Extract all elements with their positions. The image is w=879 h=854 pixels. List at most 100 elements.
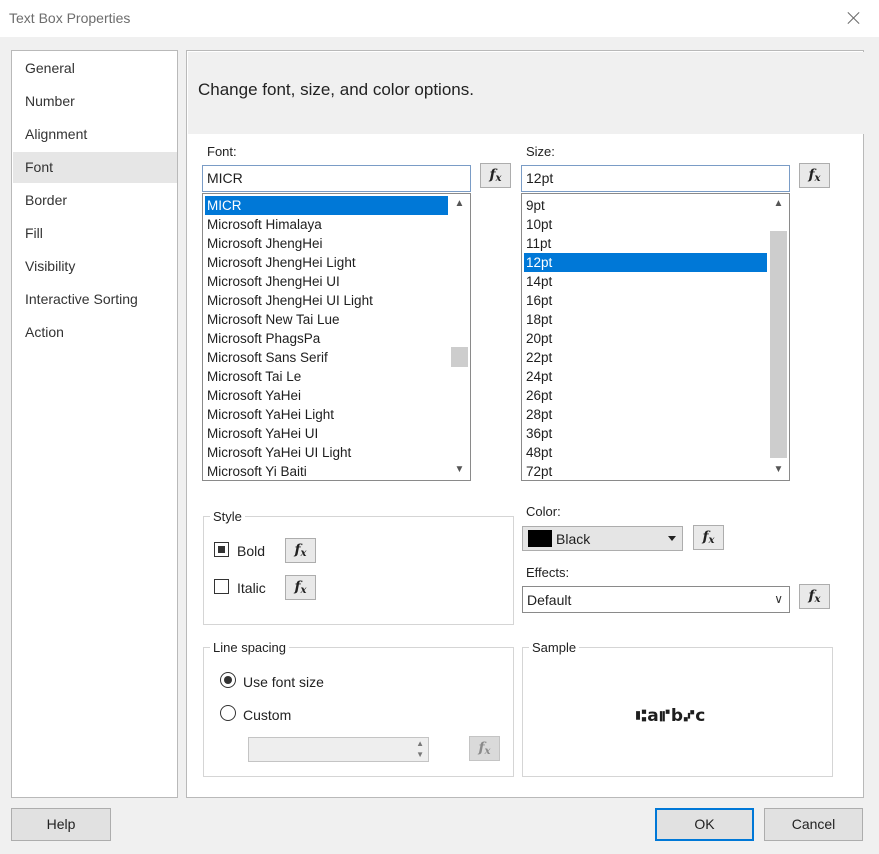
sidebar-nav: General Number Alignment Font Border Fil…: [11, 50, 178, 798]
fx-icon: fx: [808, 588, 821, 605]
size-option[interactable]: 36pt: [524, 424, 767, 443]
window-title: Text Box Properties: [9, 10, 131, 26]
font-option[interactable]: Microsoft Sans Serif: [205, 348, 448, 367]
size-option[interactable]: 18pt: [524, 310, 767, 329]
scroll-down-arrow-icon[interactable]: ▼: [769, 461, 788, 479]
help-button[interactable]: Help: [11, 808, 111, 841]
size-list[interactable]: 9pt 10pt 11pt 12pt 14pt 16pt 18pt 20pt 2…: [521, 193, 790, 481]
font-option-selected[interactable]: MICR: [205, 196, 448, 215]
bold-label: Bold: [237, 543, 266, 559]
cancel-button[interactable]: Cancel: [764, 808, 863, 841]
caret-down-icon: [668, 536, 676, 541]
font-name-input[interactable]: MICR: [202, 165, 471, 192]
custom-label: Custom: [243, 707, 292, 723]
title-bar: Text Box Properties: [0, 0, 879, 37]
use-font-size-radio[interactable]: [220, 672, 236, 688]
size-option[interactable]: 24pt: [524, 367, 767, 386]
scroll-up-arrow-icon[interactable]: ▲: [450, 195, 469, 213]
effects-dropdown[interactable]: Default ∨: [522, 586, 790, 613]
panel-heading: Change font, size, and color options.: [198, 80, 474, 99]
sidebar-item-general[interactable]: General: [13, 53, 177, 84]
color-swatch: [528, 530, 552, 547]
fx-icon: fx: [478, 740, 491, 757]
scroll-thumb[interactable]: [451, 347, 468, 367]
ok-button[interactable]: OK: [655, 808, 754, 841]
font-option[interactable]: Microsoft Himalaya: [205, 215, 448, 234]
sample-preview-text: ⑆a⑈b⑇c: [636, 706, 707, 726]
size-option[interactable]: 11pt: [524, 234, 767, 253]
size-option[interactable]: 28pt: [524, 405, 767, 424]
fx-icon: fx: [489, 167, 502, 184]
line-spacing-expression-button[interactable]: fx: [469, 736, 500, 761]
sidebar-item-visibility[interactable]: Visibility: [13, 251, 177, 282]
bold-checkbox[interactable]: [214, 542, 229, 557]
line-spacing-group-title: Line spacing: [210, 640, 289, 655]
font-option[interactable]: Microsoft JhengHei Light: [205, 253, 448, 272]
sample-group-title: Sample: [529, 640, 580, 655]
sidebar-item-action[interactable]: Action: [13, 317, 177, 348]
size-option[interactable]: 14pt: [524, 272, 767, 291]
font-option[interactable]: Microsoft YaHei UI: [205, 424, 448, 443]
size-option[interactable]: 16pt: [524, 291, 767, 310]
font-option[interactable]: Microsoft Yi Baiti: [205, 462, 448, 480]
sidebar-item-number[interactable]: Number: [13, 86, 177, 117]
color-value: Black: [556, 531, 591, 547]
size-list-scrollbar[interactable]: ▲ ▼: [769, 195, 788, 479]
custom-spacing-input[interactable]: ▲ ▼: [248, 737, 429, 762]
close-icon[interactable]: [845, 9, 863, 27]
fx-icon: fx: [702, 529, 715, 546]
font-option[interactable]: Microsoft YaHei: [205, 386, 448, 405]
font-option[interactable]: Microsoft JhengHei UI Light: [205, 291, 448, 310]
custom-radio[interactable]: [220, 705, 236, 721]
spin-down-icon[interactable]: ▼: [416, 750, 424, 759]
sidebar-item-alignment[interactable]: Alignment: [13, 119, 177, 150]
sidebar-item-font[interactable]: Font: [13, 152, 177, 183]
sidebar-item-border[interactable]: Border: [13, 185, 177, 216]
color-dropdown[interactable]: Black: [522, 526, 683, 551]
style-group: [203, 516, 514, 625]
size-expression-button[interactable]: fx: [799, 163, 830, 188]
panel-header: Change font, size, and color options.: [188, 52, 864, 134]
font-option[interactable]: Microsoft Tai Le: [205, 367, 448, 386]
size-option[interactable]: 72pt: [524, 462, 767, 480]
use-font-size-label: Use font size: [243, 674, 324, 690]
size-option-selected[interactable]: 12pt: [524, 253, 767, 272]
font-option[interactable]: Microsoft YaHei Light: [205, 405, 448, 424]
font-expression-button[interactable]: fx: [480, 163, 511, 188]
effects-label: Effects:: [526, 565, 570, 580]
font-option[interactable]: Microsoft PhagsPa: [205, 329, 448, 348]
font-list[interactable]: MICR Microsoft Himalaya Microsoft JhengH…: [202, 193, 471, 481]
size-option[interactable]: 9pt: [524, 196, 767, 215]
size-option[interactable]: 26pt: [524, 386, 767, 405]
font-label: Font:: [207, 144, 237, 159]
font-option[interactable]: Microsoft JhengHei UI: [205, 272, 448, 291]
font-option[interactable]: Microsoft JhengHei: [205, 234, 448, 253]
font-option[interactable]: Microsoft New Tai Lue: [205, 310, 448, 329]
scroll-thumb[interactable]: [770, 231, 787, 458]
sidebar-item-interactive-sorting[interactable]: Interactive Sorting: [13, 284, 177, 315]
style-group-title: Style: [210, 509, 245, 524]
sidebar-item-fill[interactable]: Fill: [13, 218, 177, 249]
chevron-down-icon: ∨: [774, 592, 783, 606]
fx-icon: fx: [808, 167, 821, 184]
color-label: Color:: [526, 504, 561, 519]
effects-expression-button[interactable]: fx: [799, 584, 830, 609]
size-option[interactable]: 48pt: [524, 443, 767, 462]
spin-up-icon[interactable]: ▲: [416, 739, 424, 748]
font-size-input[interactable]: 12pt: [521, 165, 790, 192]
scroll-up-arrow-icon[interactable]: ▲: [769, 195, 788, 213]
bold-expression-button[interactable]: fx: [285, 538, 316, 563]
scroll-down-arrow-icon[interactable]: ▼: [450, 461, 469, 479]
fx-icon: fx: [294, 542, 307, 559]
fx-icon: fx: [294, 579, 307, 596]
size-option[interactable]: 22pt: [524, 348, 767, 367]
font-list-scrollbar[interactable]: ▲ ▼: [450, 195, 469, 479]
effects-value: Default: [527, 592, 572, 608]
italic-checkbox[interactable]: [214, 579, 229, 594]
color-expression-button[interactable]: fx: [693, 525, 724, 550]
font-option[interactable]: Microsoft YaHei UI Light: [205, 443, 448, 462]
size-option[interactable]: 20pt: [524, 329, 767, 348]
italic-expression-button[interactable]: fx: [285, 575, 316, 600]
size-label: Size:: [526, 144, 555, 159]
size-option[interactable]: 10pt: [524, 215, 767, 234]
